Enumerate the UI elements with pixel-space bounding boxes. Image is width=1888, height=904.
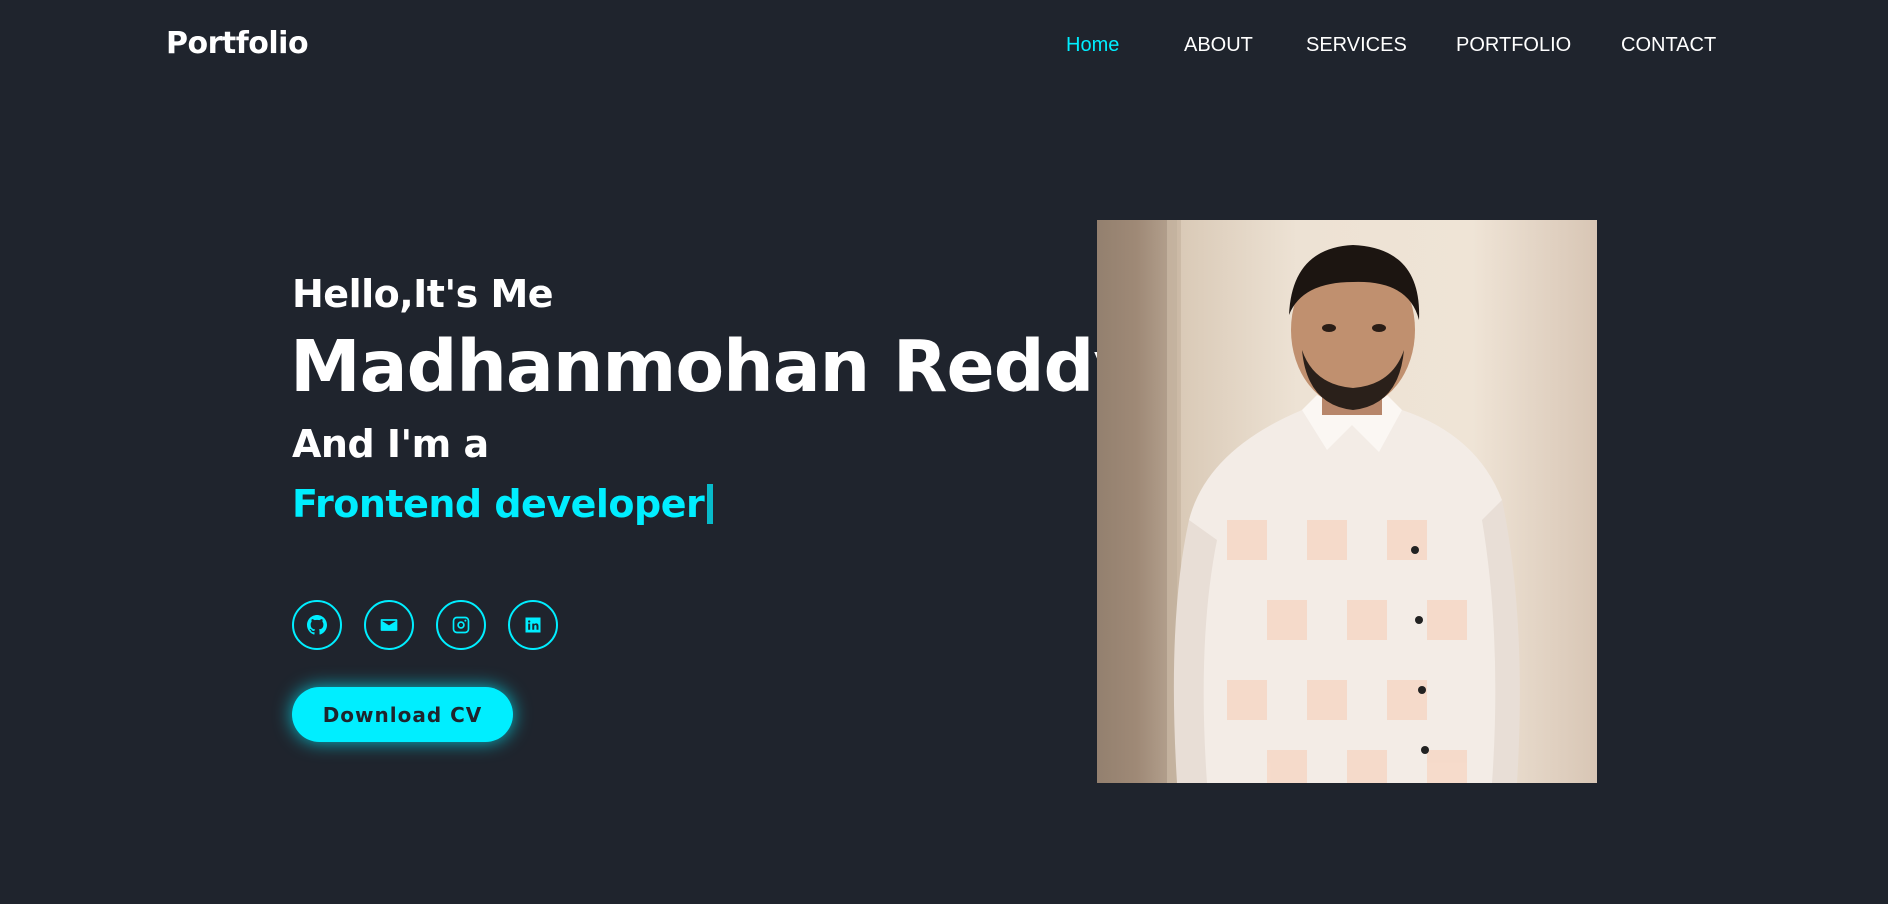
mail-icon [379, 615, 399, 635]
nav-services[interactable]: SERVICES [1306, 34, 1407, 57]
github-link[interactable] [292, 600, 342, 650]
profile-photo-illustration [1097, 220, 1520, 783]
download-cv-button[interactable]: Download CV [292, 687, 513, 742]
page: Portfolio Home ABOUT SERVICES PORTFOLIO … [0, 0, 1888, 904]
hero-subtitle: And I'm a [292, 422, 489, 466]
profile-photo [1097, 220, 1597, 783]
nav-portfolio[interactable]: PORTFOLIO [1456, 34, 1571, 57]
nav-about[interactable]: ABOUT [1184, 34, 1253, 57]
greeting: Hello,It's Me [292, 272, 554, 316]
typing-caret [707, 484, 714, 524]
hero-name: Madhanmohan Reddy [290, 325, 1140, 408]
hero-role: Frontend developer [292, 482, 714, 526]
linkedin-link[interactable] [508, 600, 558, 650]
linkedin-icon [523, 615, 543, 635]
logo[interactable]: Portfolio [166, 26, 309, 61]
nav-home[interactable]: Home [1066, 34, 1119, 57]
email-link[interactable] [364, 600, 414, 650]
role-text: Frontend developer [292, 482, 705, 526]
instagram-icon [451, 615, 471, 635]
github-icon [307, 615, 327, 635]
instagram-link[interactable] [436, 600, 486, 650]
nav-contact[interactable]: CONTACT [1621, 34, 1716, 57]
